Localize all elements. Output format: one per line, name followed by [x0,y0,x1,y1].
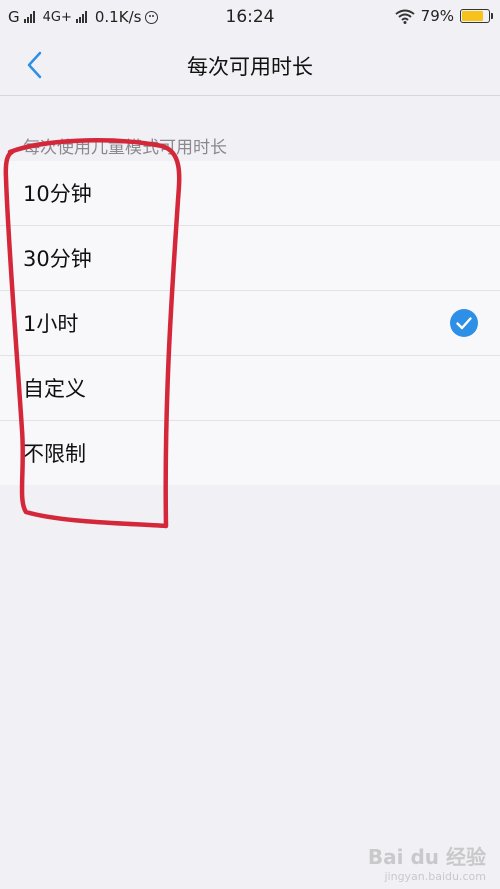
options-list: 10分钟 30分钟 1小时 自定义 不限制 [0,161,500,485]
battery-percent: 79% [420,7,454,25]
option-label: 自定义 [23,377,86,401]
watermark-url: jingyan.baidu.com [384,870,486,883]
wifi-icon [395,9,415,24]
option-label: 30分钟 [23,247,92,271]
option-10-minutes[interactable]: 10分钟 [0,161,500,225]
option-custom[interactable]: 自定义 [0,355,500,420]
checkmark-icon [450,309,478,337]
status-bar: G 4G+ 0.1K/s 16:24 79% [0,0,500,34]
page-title: 每次可用时长 [187,55,313,79]
option-label: 不限制 [23,442,86,466]
watermark: Bai du 经验 jingyan.baidu.com [368,841,486,883]
option-30-minutes[interactable]: 30分钟 [0,225,500,290]
battery-icon [460,9,493,23]
section-label: 每次使用儿童模式可用时长 [23,138,227,158]
nav-bar: 每次可用时长 [0,34,500,96]
option-unlimited[interactable]: 不限制 [0,420,500,485]
status-right: 79% [395,7,493,25]
option-label: 10分钟 [23,182,92,206]
option-label: 1小时 [23,312,79,336]
battery-fill [462,11,483,21]
option-1-hour[interactable]: 1小时 [0,290,500,355]
watermark-brand: Bai du 经验 [367,845,486,869]
